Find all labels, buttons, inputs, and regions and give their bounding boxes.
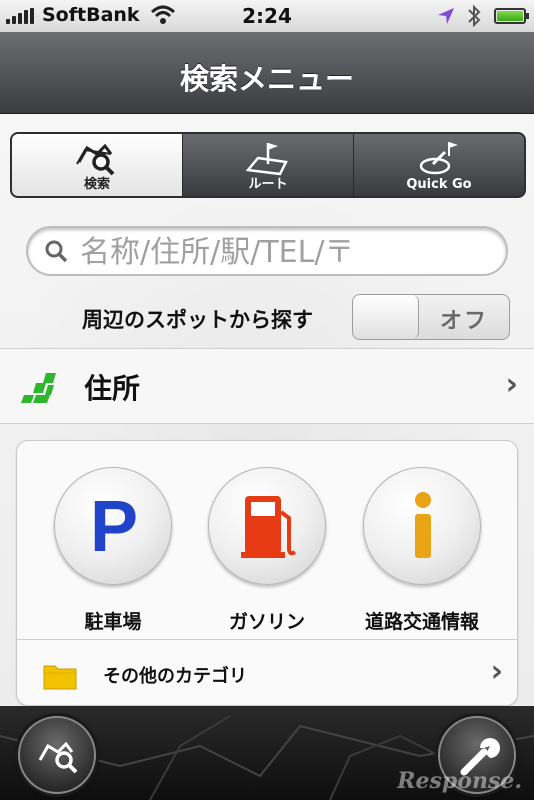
nearby-spot-label: 周辺のスポットから探す	[82, 308, 313, 332]
search-field	[26, 226, 508, 276]
location-icon	[436, 6, 456, 30]
bluetooth-icon	[466, 4, 482, 32]
tab-route[interactable]: ルート	[182, 134, 353, 196]
tab-quick-go-label: Quick Go	[406, 177, 472, 192]
parking-icon: P	[54, 467, 172, 585]
bottom-toolbar: Response.	[0, 706, 534, 800]
traffic-info-label: 道路交通情報	[364, 611, 479, 633]
address-row[interactable]: 住所 ›	[0, 348, 534, 424]
tab-route-label: ルート	[248, 177, 288, 192]
tab-quick-go[interactable]: Quick Go	[353, 134, 524, 196]
toggle-knob[interactable]	[353, 295, 419, 339]
folder-icon	[43, 662, 77, 694]
category-card: P 駐車場 ガソリン 道路交通情報 その他のカテゴリ ›	[16, 440, 518, 706]
address-icon	[20, 371, 60, 409]
parking-label: 駐車場	[84, 611, 142, 633]
search-input[interactable]	[80, 234, 500, 270]
search-icon	[44, 239, 70, 269]
search-map-icon	[38, 741, 78, 774]
other-categories-row[interactable]: その他のカテゴリ ›	[17, 639, 517, 705]
info-icon	[363, 467, 481, 585]
chevron-right-icon: ›	[505, 367, 518, 402]
battery-icon	[494, 8, 529, 24]
category-parking[interactable]: P 駐車場	[53, 467, 173, 634]
status-bar: SoftBank 2:24	[0, 0, 534, 32]
gasoline-label: ガソリン	[228, 611, 305, 633]
search-menu-button[interactable]	[18, 716, 96, 794]
tab-search-label: 検索	[83, 177, 110, 192]
category-traffic-info[interactable]: 道路交通情報	[362, 467, 482, 634]
gas-pump-icon	[208, 467, 326, 585]
toggle-state-label: オフ	[439, 309, 488, 334]
mode-segmented-control: 検索 ルート Quick Go	[10, 132, 526, 198]
tab-search[interactable]: 検索	[12, 134, 182, 196]
watermark: Response.	[397, 768, 522, 794]
quick-go-icon	[415, 140, 463, 180]
nav-bar: 検索メニュー	[0, 32, 534, 114]
search-menu-content: 検索 ルート Quick Go 名称/住所/駅/TEL/〒 周辺のスポットから探…	[0, 114, 534, 706]
address-label: 住所	[84, 372, 141, 405]
other-categories-label: その他のカテゴリ	[103, 666, 247, 687]
category-gasoline[interactable]: ガソリン	[207, 467, 327, 634]
svg-text:P: P	[90, 487, 138, 567]
nearby-toggle[interactable]: オフ	[352, 294, 510, 340]
chevron-right-icon: ›	[490, 654, 503, 689]
page-title: 検索メニュー	[179, 62, 354, 96]
